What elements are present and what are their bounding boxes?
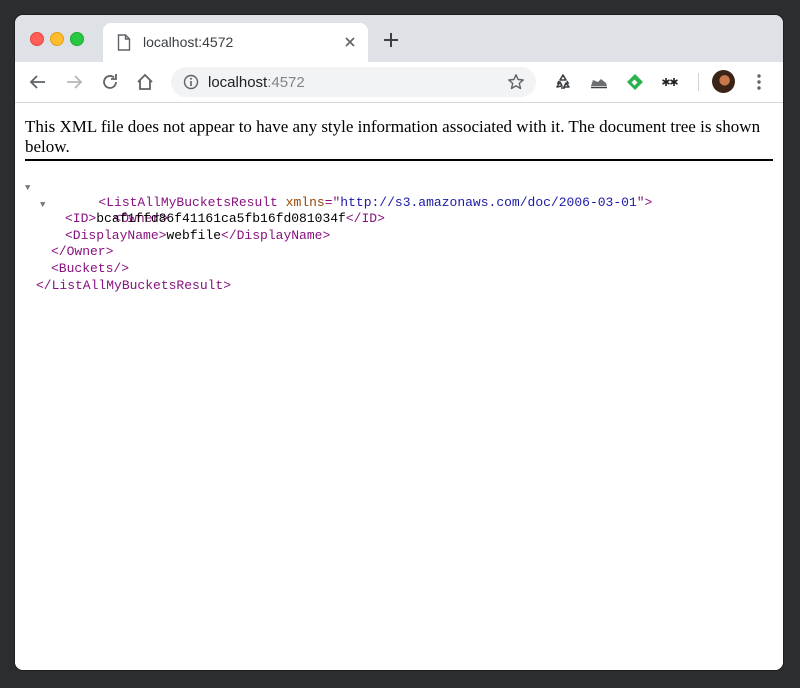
xml-id-line: <ID>bcaf1ffd86f41161ca5fb16fd081034f</ID…	[65, 211, 385, 228]
tab-strip: localhost:4572	[15, 15, 783, 62]
xml-displayname-open-tag: <DisplayName>	[65, 227, 167, 243]
minimize-window-button[interactable]	[50, 32, 64, 46]
xml-id-value: bcaf1ffd86f41161ca5fb16fd081034f	[96, 211, 346, 227]
url-host: localhost	[208, 74, 268, 91]
xml-attr-eq: ="	[324, 194, 341, 210]
xml-buckets-line: <Buckets/>	[51, 261, 129, 278]
asterisk-extension-icon[interactable]	[660, 72, 680, 92]
home-icon[interactable]	[135, 72, 155, 92]
collapse-arrow-icon[interactable]: ▼	[25, 180, 30, 197]
page-content: This XML file does not appear to have an…	[15, 103, 783, 670]
xml-root-close-line: </ListAllMyBucketsResult>	[36, 278, 231, 295]
shoe-extension-icon[interactable]	[589, 72, 609, 92]
reload-icon[interactable]	[100, 72, 120, 92]
xml-attr-name: xmlns	[285, 194, 325, 210]
forward-icon[interactable]	[64, 72, 84, 92]
file-icon	[117, 34, 131, 51]
xml-root-open-line: ▼ <ListAllMyBucketsResult xmlns="http://s…	[25, 178, 652, 210]
menu-icon[interactable]	[749, 72, 769, 92]
tab-title: localhost:4572	[143, 34, 234, 50]
xml-owner-close-tag: </Owner>	[51, 244, 114, 260]
address-bar[interactable]: localhost:4572	[171, 67, 536, 97]
close-icon[interactable]	[343, 35, 357, 49]
close-window-button[interactable]	[30, 32, 44, 46]
url-port: :4572	[267, 74, 305, 91]
browser-window: localhost:4572 localhost:4572 This XML f…	[15, 15, 783, 670]
notice-divider	[25, 159, 773, 161]
new-tab-icon[interactable]	[383, 32, 399, 48]
recycle-extension-icon[interactable]	[553, 72, 573, 92]
collapse-arrow-icon[interactable]: ▼	[40, 197, 45, 214]
feedly-extension-icon[interactable]	[625, 72, 645, 92]
xml-owner-close-line: </Owner>	[51, 244, 113, 261]
xml-displayname-value: webfile	[166, 227, 222, 243]
maximize-window-button[interactable]	[70, 32, 84, 46]
xml-id-close-tag: </ID>	[345, 211, 385, 227]
xml-buckets-tag: <Buckets/>	[51, 261, 130, 276]
toolbar-separator	[698, 73, 699, 91]
star-icon[interactable]	[507, 73, 525, 91]
info-icon[interactable]	[183, 74, 199, 90]
xml-root-close-tag: </ListAllMyBucketsResult>	[36, 277, 232, 293]
xml-id-open-tag: <ID>	[65, 211, 97, 227]
profile-avatar[interactable]	[712, 70, 735, 93]
xml-attr-value: http://s3.amazonaws.com/doc/2006-03-01	[340, 194, 637, 210]
tab-localhost[interactable]: localhost:4572	[103, 23, 368, 62]
toolbar: localhost:4572	[15, 62, 783, 103]
xml-displayname-close-tag: </DisplayName>	[221, 227, 331, 243]
xml-displayname-line: <DisplayName>webfile</DisplayName>	[65, 228, 330, 245]
xml-owner-open-line: ▼ <Owner>	[40, 195, 168, 227]
back-icon[interactable]	[28, 72, 48, 92]
xml-attr-close: ">	[636, 194, 653, 210]
url-text[interactable]: localhost:4572	[208, 74, 305, 91]
xml-style-notice: This XML file does not appear to have an…	[25, 117, 761, 156]
